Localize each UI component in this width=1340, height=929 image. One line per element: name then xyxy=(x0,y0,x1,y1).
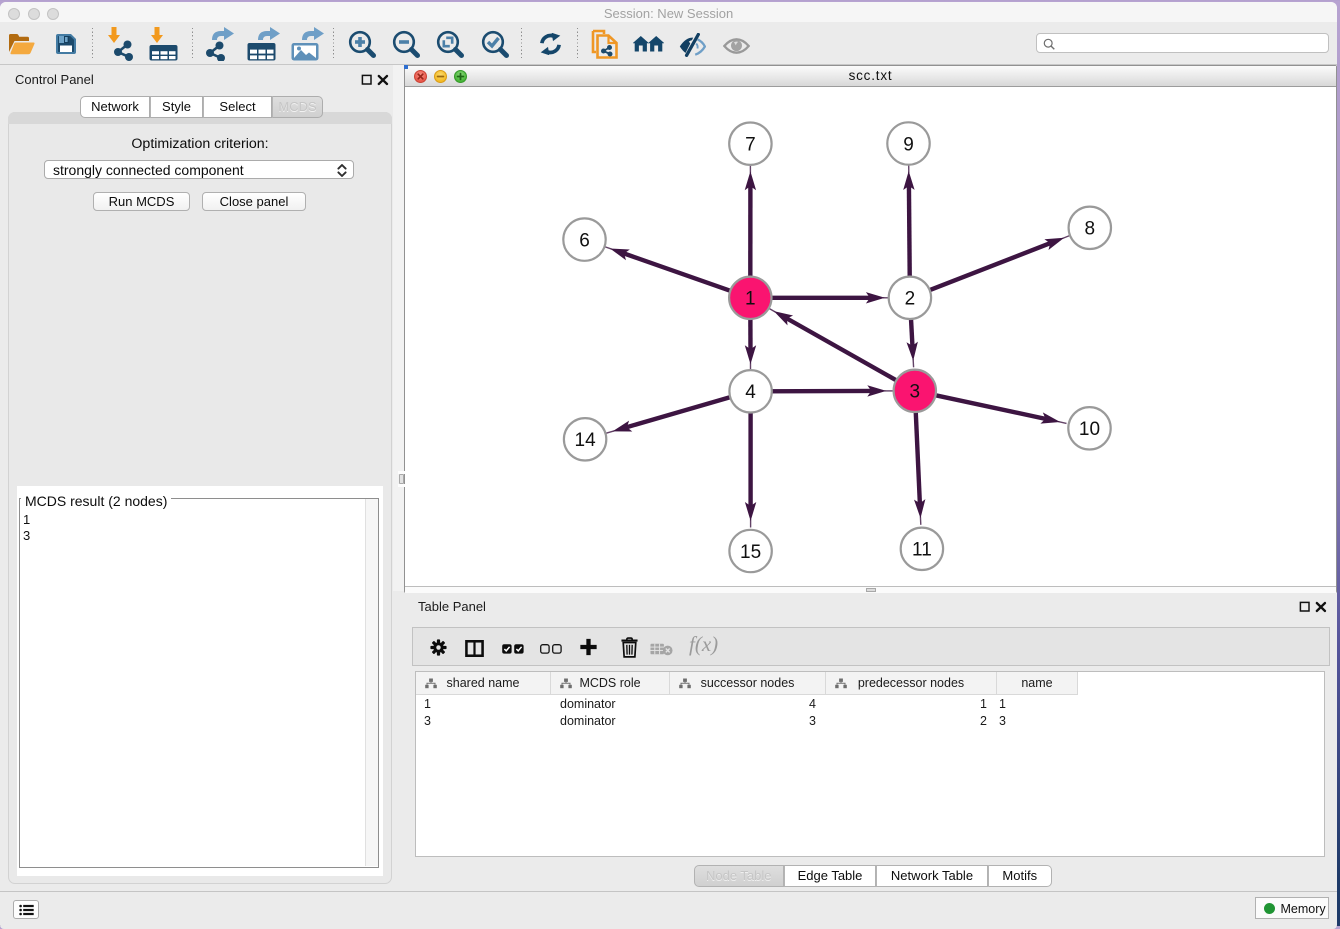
svg-text:8: 8 xyxy=(1085,219,1096,240)
svg-text:4: 4 xyxy=(745,382,756,403)
svg-text:9: 9 xyxy=(903,134,914,155)
svg-text:11: 11 xyxy=(912,540,932,561)
svg-text:6: 6 xyxy=(579,230,590,251)
svg-text:14: 14 xyxy=(575,430,597,451)
svg-text:7: 7 xyxy=(745,135,756,156)
svg-text:10: 10 xyxy=(1079,419,1100,440)
svg-text:3: 3 xyxy=(910,382,921,403)
svg-text:1: 1 xyxy=(745,289,756,310)
svg-text:15: 15 xyxy=(740,542,761,563)
svg-text:2: 2 xyxy=(905,289,916,310)
